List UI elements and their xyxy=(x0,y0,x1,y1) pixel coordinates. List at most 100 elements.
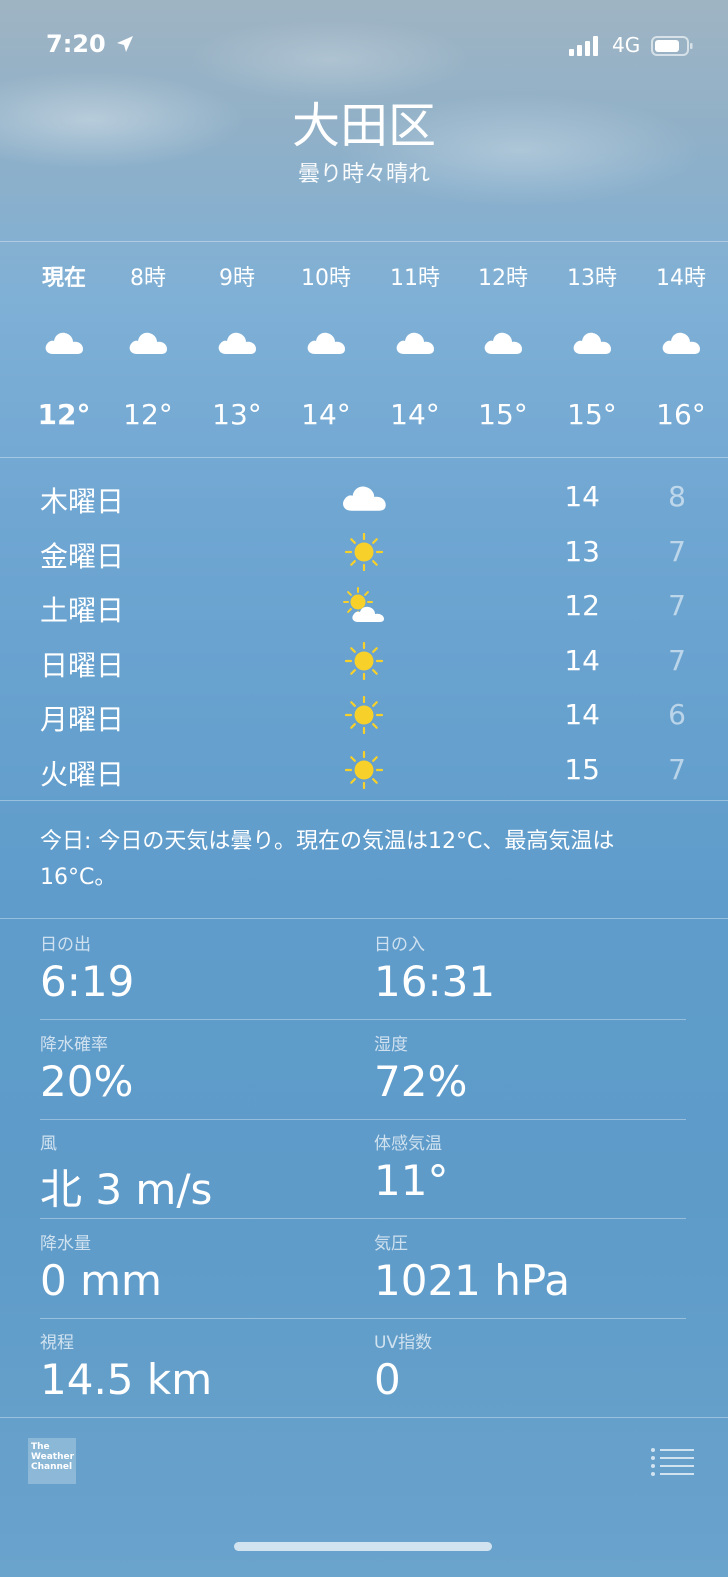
cloud-icon xyxy=(343,486,386,511)
detail-label: 日の入 xyxy=(374,935,425,955)
detail-cell: 降水確率 20% xyxy=(40,1030,340,1106)
location-arrow-icon xyxy=(117,36,133,52)
hour-label: 12時 xyxy=(478,266,528,291)
today-summary: 今日: 今日の天気は曇り。現在の気温は12°C、最高気温は16°C。 xyxy=(40,829,615,890)
hour-label: 11時 xyxy=(390,266,440,291)
hourly-forecast[interactable]: 現在 12° 8時 12° 9時 13° 10時 14° 11時 14° 12時 15° 13時 15° 1… xyxy=(0,242,728,456)
detail-value: 北 3 m/s xyxy=(40,1165,213,1214)
divider xyxy=(40,1317,686,1319)
cloud-icon xyxy=(484,332,522,354)
detail-cell: 日の入 16:31 xyxy=(374,930,674,1006)
current-condition: 曇り時々晴れ xyxy=(297,162,430,187)
hour-temp: 15° xyxy=(478,398,528,431)
day-low: 7 xyxy=(668,589,686,622)
detail-value: 14.5 km xyxy=(40,1355,213,1404)
partly-sunny-icon xyxy=(343,587,384,622)
day-low: 8 xyxy=(668,480,686,513)
location-header: 大田区 曇り時々晴れ xyxy=(0,96,728,188)
battery-icon xyxy=(651,36,693,56)
list-icon[interactable] xyxy=(650,1446,696,1476)
cloud-icon xyxy=(218,332,256,354)
divider xyxy=(0,1417,728,1418)
cloud-icon xyxy=(396,332,434,354)
detail-value: 20% xyxy=(40,1056,134,1106)
day-row: 日曜日 14 7 xyxy=(0,634,728,688)
day-row: 火曜日 15 7 xyxy=(0,743,728,797)
day-high: 15 xyxy=(564,752,600,786)
detail-cell: 湿度 72% xyxy=(374,1030,674,1106)
hour-temp: 12° xyxy=(37,398,91,431)
day-low: 7 xyxy=(668,752,686,786)
day-name: 土曜日 xyxy=(40,594,125,627)
day-low: 7 xyxy=(668,643,686,677)
cloud-icon xyxy=(662,332,700,354)
hour-temp: 14° xyxy=(390,398,440,431)
detail-label: 日の出 xyxy=(40,935,91,955)
hour-temp: 16° xyxy=(656,398,706,431)
hour-label: 13時 xyxy=(567,266,617,291)
weather-channel-logo[interactable]: The Weather Channel xyxy=(28,1438,76,1484)
day-high: 14 xyxy=(564,698,600,731)
detail-value: 16:31 xyxy=(374,957,496,1006)
day-name: 日曜日 xyxy=(40,648,125,682)
divider xyxy=(40,1019,686,1020)
signal-icon xyxy=(569,36,598,56)
detail-label: 湿度 xyxy=(374,1034,408,1055)
divider xyxy=(0,457,728,458)
detail-label: 風 xyxy=(40,1134,57,1154)
sun-icon xyxy=(344,641,384,680)
status-time: 7:20 xyxy=(46,30,106,58)
day-row: 金曜日 13 7 xyxy=(0,525,728,579)
divider xyxy=(0,800,728,801)
day-row: 月曜日 14 6 xyxy=(0,688,728,742)
day-low: 7 xyxy=(668,534,686,568)
detail-label: 降水量 xyxy=(40,1233,91,1254)
detail-cell: UV指数 0 xyxy=(374,1328,674,1404)
divider xyxy=(40,1218,686,1219)
detail-value: 72% xyxy=(374,1056,468,1106)
divider xyxy=(40,1118,686,1120)
detail-label: 視程 xyxy=(40,1333,74,1353)
detail-label: 気圧 xyxy=(374,1233,408,1254)
detail-value: 11° xyxy=(374,1156,449,1205)
detail-cell: 視程 14.5 km xyxy=(40,1328,340,1404)
day-high: 14 xyxy=(564,643,600,677)
network-type: 4G xyxy=(612,33,641,57)
day-high: 13 xyxy=(564,534,600,568)
sun-icon xyxy=(344,696,384,734)
hour-temp: 14° xyxy=(301,398,351,431)
detail-cell: 降水量 0 mm xyxy=(40,1229,340,1305)
hour-label: 8時 xyxy=(130,266,166,291)
day-high: 14 xyxy=(564,480,600,513)
day-name: 金曜日 xyxy=(40,539,125,573)
detail-label: UV指数 xyxy=(374,1333,433,1353)
detail-value: 0 mm xyxy=(40,1255,162,1305)
detail-value: 0 xyxy=(374,1355,401,1404)
detail-value: 6:19 xyxy=(40,957,135,1006)
detail-label: 降水確率 xyxy=(40,1034,108,1055)
hour-temp: 15° xyxy=(567,398,617,431)
cloud-icon xyxy=(307,332,345,354)
detail-cell: 日の出 6:19 xyxy=(40,930,340,1006)
hour-label: 10時 xyxy=(301,266,351,291)
hour-temp: 13° xyxy=(212,398,262,431)
city-name: 大田区 xyxy=(291,98,436,154)
detail-cell: 風北 3 m/s xyxy=(40,1129,340,1217)
hour-label: 現在 xyxy=(41,266,86,291)
day-name: 火曜日 xyxy=(40,757,125,791)
day-low: 6 xyxy=(668,698,686,731)
day-row: 土曜日 12 7 xyxy=(0,579,728,633)
footer: The Weather Channel xyxy=(0,1418,728,1518)
home-indicator[interactable] xyxy=(234,1542,492,1551)
detail-label: 体感気温 xyxy=(374,1134,442,1154)
detail-cell: 気圧 1021 hPa xyxy=(374,1229,674,1305)
hour-label: 9時 xyxy=(219,266,255,291)
detail-value: 1021 hPa xyxy=(374,1255,571,1305)
cloud-icon xyxy=(129,332,167,354)
day-high: 12 xyxy=(564,589,600,622)
day-row: 木曜日 14 8 xyxy=(0,470,728,524)
logo-text: The Weather Channel xyxy=(31,1442,75,1472)
day-name: 月曜日 xyxy=(40,703,125,736)
detail-cell: 体感気温 11° xyxy=(374,1129,674,1205)
sun-icon xyxy=(344,532,384,571)
